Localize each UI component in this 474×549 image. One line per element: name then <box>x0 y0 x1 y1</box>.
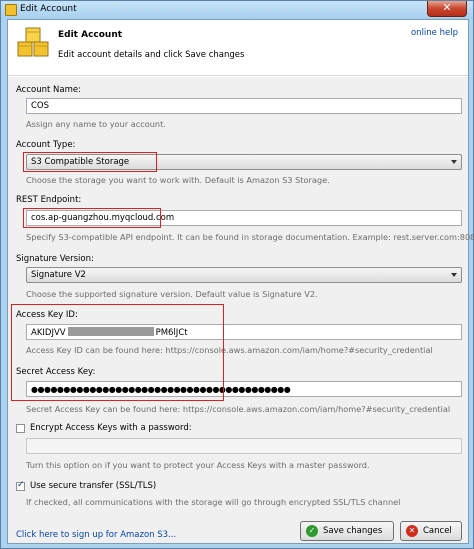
title-bar[interactable]: Edit Account ✕ <box>1 1 473 19</box>
app-icon <box>5 4 17 16</box>
signup-link[interactable]: Click here to sign up for Amazon S3... <box>16 530 176 540</box>
encrypt-label: Encrypt Access Keys with a password: <box>30 423 192 433</box>
cancel-icon: ✕ <box>406 525 418 537</box>
save-button-label: Save changes <box>323 526 383 536</box>
account-type-hint: Choose the storage you want to work with… <box>26 175 330 185</box>
rest-endpoint-hint: Specify S3-compatible API endpoint. It c… <box>26 232 474 242</box>
header-subtitle: Edit account details and click Save chan… <box>58 50 245 60</box>
online-help-link[interactable]: online help <box>411 28 458 38</box>
window-title: Edit Account <box>20 4 77 14</box>
window-close-button[interactable]: ✕ <box>427 1 467 17</box>
checkmark-icon: ✓ <box>306 525 318 537</box>
cancel-button-label: Cancel <box>423 526 452 536</box>
signature-version-value: Signature V2 <box>31 270 86 280</box>
cancel-button[interactable]: ✕ Cancel <box>400 521 462 541</box>
account-name-hint: Assign any name to your account. <box>26 119 166 129</box>
highlight-box-credentials <box>11 304 224 401</box>
master-password-input[interactable] <box>26 438 462 454</box>
secret-key-hint: Secret Access Key can be found here: htt… <box>26 404 451 414</box>
chevron-down-icon <box>451 273 457 277</box>
signature-version-hint: Choose the supported signature version. … <box>26 289 318 299</box>
edit-account-window: Edit Account ✕ Edit Account Edit account… <box>0 0 474 549</box>
save-button[interactable]: ✓ Save changes <box>300 521 394 541</box>
account-name-input[interactable]: COS <box>26 98 462 114</box>
dialog-body: Account Name: COS Assign any name to you… <box>8 77 474 543</box>
account-type-label: Account Type: <box>16 140 76 150</box>
ssl-checkbox[interactable] <box>16 480 25 491</box>
encrypt-hint: Turn this option on if you want to prote… <box>26 460 370 470</box>
highlight-box-rest-endpoint <box>23 208 161 228</box>
encrypt-checkbox[interactable] <box>16 424 25 433</box>
signature-version-label: Signature Version: <box>16 254 94 264</box>
signature-version-select[interactable]: Signature V2 <box>26 267 462 283</box>
account-name-label: Account Name: <box>16 85 81 95</box>
ssl-label: Use secure transfer (SSL/TLS) <box>30 481 157 491</box>
rest-endpoint-label: REST Endpoint: <box>16 195 82 205</box>
dialog-client: Edit Account Edit account details and cl… <box>7 19 474 544</box>
ssl-hint: If checked, all communications with the … <box>26 497 401 507</box>
dialog-header: Edit Account Edit account details and cl… <box>8 20 468 76</box>
chevron-down-icon <box>451 160 457 164</box>
boxes-icon <box>17 27 49 57</box>
header-title: Edit Account <box>58 30 123 40</box>
highlight-box-account-type <box>23 152 157 172</box>
